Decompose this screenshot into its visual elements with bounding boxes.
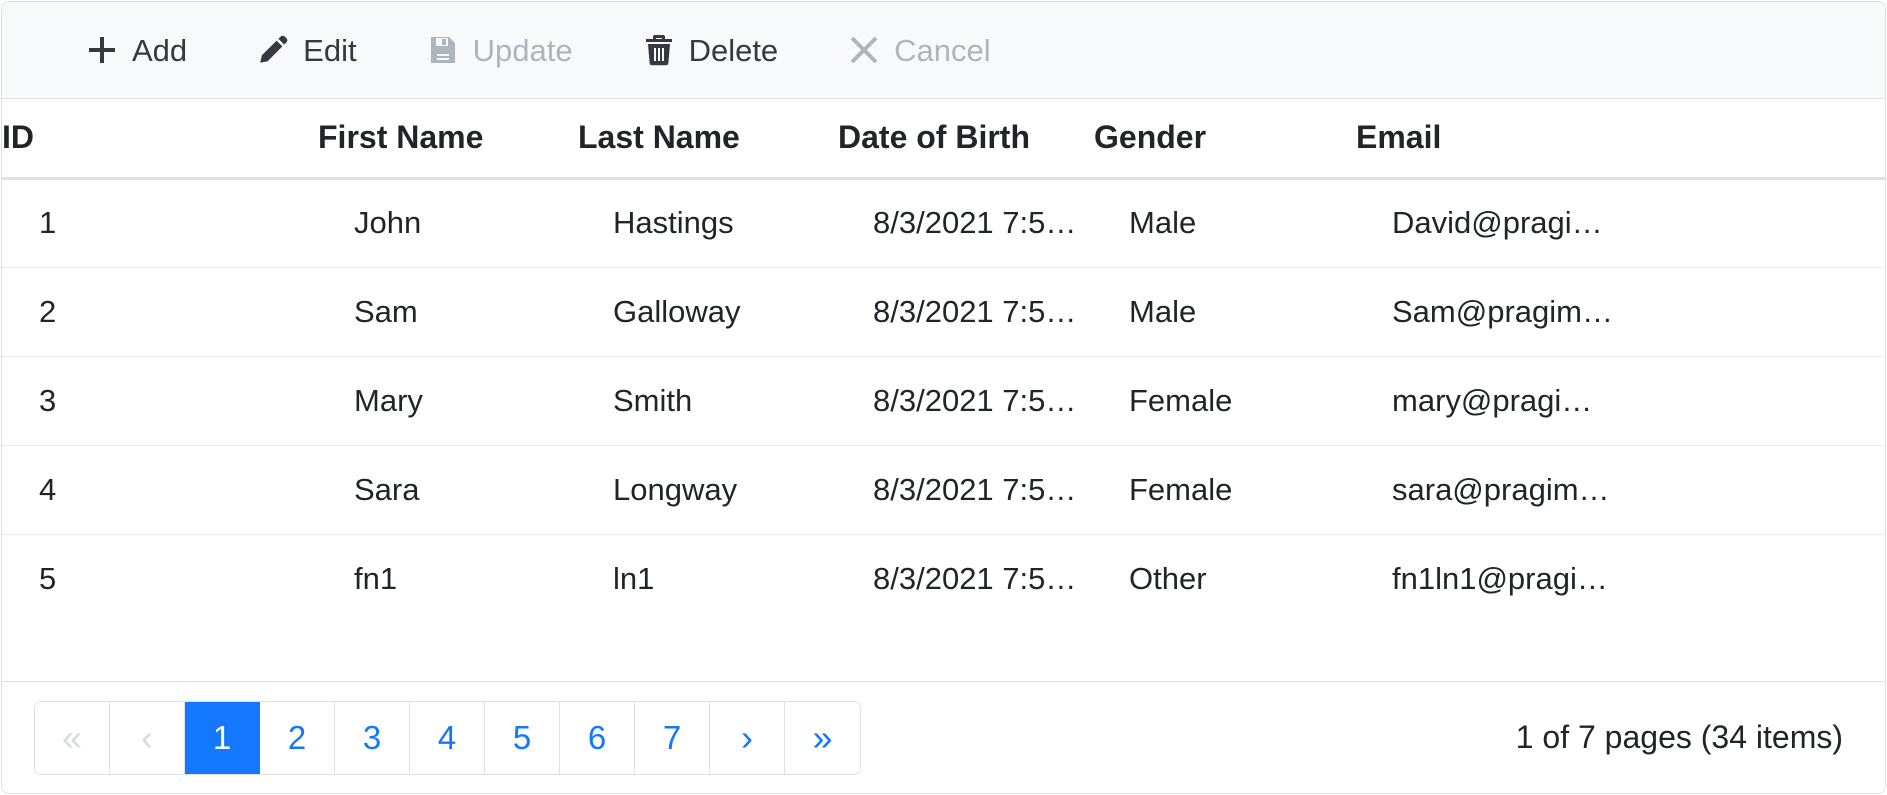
edit-button-label: Edit	[303, 35, 356, 66]
edit-button[interactable]: Edit	[235, 20, 378, 80]
pencil-icon	[257, 34, 289, 66]
pagination-last-button[interactable]: »	[785, 702, 860, 774]
cell-dob: 8/3/2021 7:57…	[838, 267, 1094, 356]
pagination-page-5[interactable]: 5	[485, 702, 560, 774]
cell-email: David@pragi…	[1356, 178, 1886, 267]
grid-toolbar: Add Edit Update Delete Cancel	[2, 2, 1885, 99]
pagination-page-6[interactable]: 6	[560, 702, 635, 774]
pagination-page-1[interactable]: 1	[185, 702, 260, 774]
cell-gender: Female	[1094, 356, 1356, 445]
delete-button[interactable]: Delete	[621, 20, 801, 80]
trash-icon	[643, 34, 675, 66]
cell-last-name: ln1	[578, 534, 838, 623]
data-grid-container: Add Edit Update Delete Cancel ID First Name …	[1, 1, 1886, 794]
cell-first-name: Sara	[318, 445, 578, 534]
column-header-id[interactable]: ID	[2, 99, 318, 178]
cell-id: 4	[2, 445, 318, 534]
cell-last-name: Galloway	[578, 267, 838, 356]
cell-first-name: fn1	[318, 534, 578, 623]
pagination-control[interactable]: «‹1234567›»	[34, 701, 861, 775]
column-header-email[interactable]: Email	[1356, 99, 1886, 178]
cell-id: 2	[2, 267, 318, 356]
cell-email: sara@pragim…	[1356, 445, 1886, 534]
table-row[interactable]: 1JohnHastings8/3/2021 7:57…MaleDavid@pra…	[2, 178, 1886, 267]
column-header-last-name[interactable]: Last Name	[578, 99, 838, 178]
column-header-dob[interactable]: Date of Birth	[838, 99, 1094, 178]
pagination-next-button[interactable]: ›	[710, 702, 785, 774]
cell-id: 3	[2, 356, 318, 445]
column-header-first-name[interactable]: First Name	[318, 99, 578, 178]
cancel-button: Cancel	[826, 20, 1013, 80]
pagination-bar: «‹1234567›» 1 of 7 pages (34 items)	[2, 681, 1885, 793]
cell-gender: Other	[1094, 534, 1356, 623]
cell-email: mary@pragi…	[1356, 356, 1886, 445]
cell-id: 5	[2, 534, 318, 623]
add-button-label: Add	[132, 35, 187, 66]
add-button[interactable]: Add	[64, 20, 209, 80]
cell-last-name: Smith	[578, 356, 838, 445]
cell-first-name: Mary	[318, 356, 578, 445]
cell-first-name: Sam	[318, 267, 578, 356]
pagination-first-button: «	[35, 702, 110, 774]
cell-first-name: John	[318, 178, 578, 267]
cell-gender: Male	[1094, 267, 1356, 356]
cell-dob: 8/3/2021 7:57…	[838, 445, 1094, 534]
pagination-prev-button: ‹	[110, 702, 185, 774]
table-header-row: ID First Name Last Name Date of Birth Ge…	[2, 99, 1886, 178]
employees-table: ID First Name Last Name Date of Birth Ge…	[2, 99, 1886, 623]
cell-gender: Female	[1094, 445, 1356, 534]
table-row[interactable]: 3MarySmith8/3/2021 7:57…Femalemary@pragi…	[2, 356, 1886, 445]
cell-dob: 8/3/2021 7:57…	[838, 534, 1094, 623]
plus-icon	[86, 34, 118, 66]
pagination-info: 1 of 7 pages (34 items)	[1516, 719, 1853, 756]
cell-id: 1	[2, 178, 318, 267]
table-row[interactable]: 2SamGalloway8/3/2021 7:57…MaleSam@pragim…	[2, 267, 1886, 356]
cell-gender: Male	[1094, 178, 1356, 267]
update-button: Update	[405, 20, 595, 80]
pagination-page-2[interactable]: 2	[260, 702, 335, 774]
cell-email: Sam@pragim…	[1356, 267, 1886, 356]
pagination-page-7[interactable]: 7	[635, 702, 710, 774]
cell-dob: 8/3/2021 7:57…	[838, 178, 1094, 267]
pagination-page-3[interactable]: 3	[335, 702, 410, 774]
column-header-gender[interactable]: Gender	[1094, 99, 1356, 178]
table-row[interactable]: 5fn1ln18/3/2021 7:57…Otherfn1ln1@pragi…	[2, 534, 1886, 623]
close-icon	[848, 34, 880, 66]
pagination-page-4[interactable]: 4	[410, 702, 485, 774]
cancel-button-label: Cancel	[894, 35, 991, 66]
table-body: 1JohnHastings8/3/2021 7:57…MaleDavid@pra…	[2, 178, 1886, 623]
save-icon	[427, 34, 459, 66]
cell-last-name: Hastings	[578, 178, 838, 267]
cell-last-name: Longway	[578, 445, 838, 534]
table-row[interactable]: 4SaraLongway8/3/2021 7:57…Femalesara@pra…	[2, 445, 1886, 534]
cell-dob: 8/3/2021 7:57…	[838, 356, 1094, 445]
update-button-label: Update	[473, 35, 573, 66]
cell-email: fn1ln1@pragi…	[1356, 534, 1886, 623]
delete-button-label: Delete	[689, 35, 779, 66]
table-header: ID First Name Last Name Date of Birth Ge…	[2, 99, 1886, 178]
